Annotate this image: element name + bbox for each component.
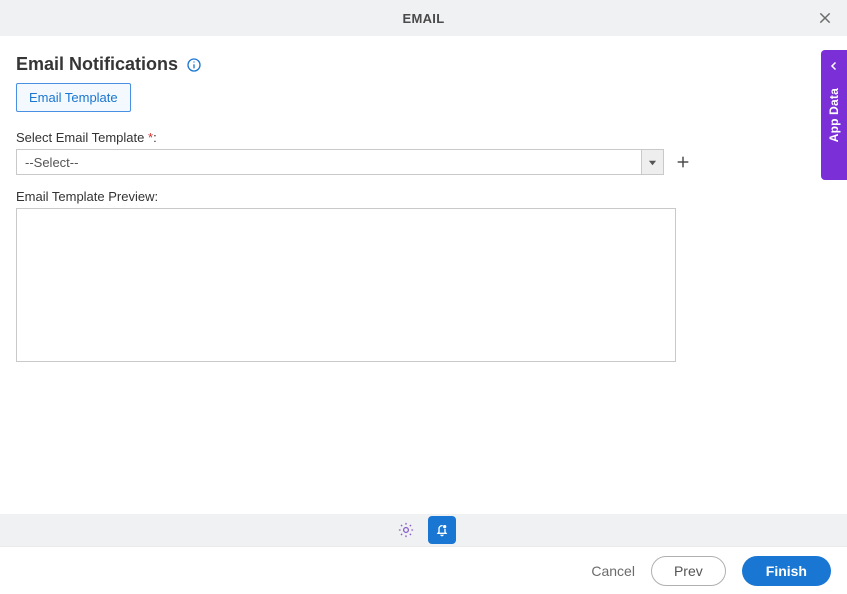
section-title: Email Notifications [16,54,178,75]
bell-icon [434,522,450,538]
dialog-footer: Cancel Prev Finish [0,546,847,594]
preview-label: Email Template Preview: [16,189,831,204]
finish-button[interactable]: Finish [742,556,831,586]
plus-icon [675,154,691,170]
prev-button[interactable]: Prev [651,556,726,586]
cancel-button[interactable]: Cancel [591,563,635,579]
select-template-row: --Select-- [16,149,694,175]
add-template-button[interactable] [672,151,694,173]
info-icon[interactable] [186,57,202,73]
gear-icon [397,521,415,539]
bottom-toolbar [0,514,847,546]
tab-email-template[interactable]: Email Template [16,83,131,112]
dropdown-caret [641,150,663,174]
chevron-down-icon [648,158,657,167]
chevron-left-icon [828,60,840,72]
section-header: Email Notifications [16,54,831,75]
select-template-label: Select Email Template *: [16,130,831,145]
app-data-label: App Data [827,88,841,142]
app-data-drawer[interactable]: App Data [821,50,847,180]
close-button[interactable] [813,6,837,30]
dialog-title: EMAIL [403,11,445,26]
settings-button[interactable] [392,516,420,544]
dialog-header: EMAIL [0,0,847,36]
notifications-button[interactable] [428,516,456,544]
dialog-content: Email Notifications Email Template Selec… [0,36,847,362]
close-icon [817,10,833,26]
select-template-value: --Select-- [17,150,641,174]
template-preview-box [16,208,676,362]
select-template-dropdown[interactable]: --Select-- [16,149,664,175]
